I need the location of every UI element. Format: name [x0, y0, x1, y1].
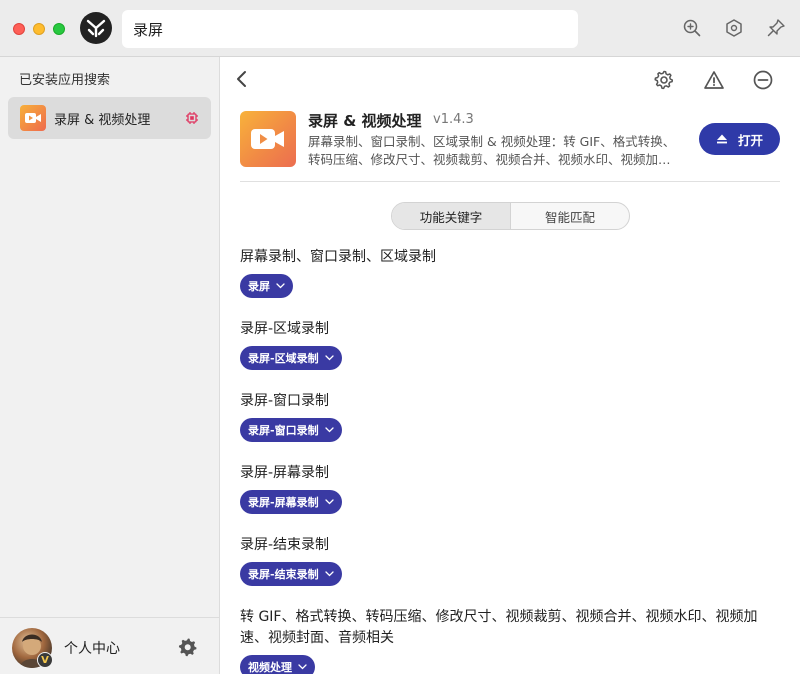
chevron-down-icon [324, 499, 334, 505]
minimize-window-button[interactable] [33, 23, 45, 35]
keyword-title: 录屏-屏幕录制 [240, 465, 330, 481]
plugin-logo-icon [240, 111, 296, 167]
plugin-name: 录屏 & 视频处理 [308, 112, 422, 130]
keyword-chip[interactable]: 录屏 [240, 274, 293, 298]
keyword-chip[interactable]: 视频处理 [240, 655, 315, 674]
back-arrow-icon[interactable] [234, 69, 250, 93]
app-logo-icon[interactable] [80, 12, 112, 44]
keyword-title: 录屏-区域录制 [240, 321, 330, 337]
keyword-chip[interactable]: 录屏-屏幕录制 [240, 490, 342, 514]
chevron-down-icon [324, 355, 334, 361]
chevron-down-icon [324, 571, 334, 577]
divider [240, 181, 780, 182]
sidebar: 已安装应用搜索 录屏 & 视频处理 V 个人中心 [0, 57, 220, 674]
plugin-version: v1.4.3 [433, 112, 474, 127]
personal-center-label[interactable]: 个人中心 [64, 638, 120, 658]
keyword-title: 录屏-窗口录制 [240, 393, 330, 409]
keyword-chip-label: 录屏 [248, 280, 270, 293]
keyword-chip[interactable]: 录屏-窗口录制 [240, 418, 342, 442]
keyword-chip-label: 视频处理 [248, 661, 292, 674]
sidebar-title: 已安装应用搜索 [19, 73, 111, 88]
open-button[interactable]: 打开 [699, 123, 780, 155]
sidebar-footer: V 个人中心 [0, 617, 220, 674]
keyword-list: 屏幕录制、窗口录制、区域录制 录屏 录屏-区域录制 录屏-区域录制 录屏-窗口录… [240, 247, 770, 674]
search-input[interactable] [122, 10, 578, 48]
keyword-title: 转 GIF、格式转换、转码压缩、修改尺寸、视频裁剪、视频合并、视频水印、视频加速… [240, 609, 758, 646]
keyword-chip[interactable]: 录屏-结束录制 [240, 562, 342, 586]
close-window-button[interactable] [13, 23, 25, 35]
keyword-group: 录屏-屏幕录制 录屏-屏幕录制 [240, 463, 770, 514]
keyword-group: 录屏-窗口录制 录屏-窗口录制 [240, 391, 770, 442]
vip-badge: V [37, 652, 53, 668]
keyword-chip-label: 录屏-屏幕录制 [248, 496, 319, 509]
chip-icon [185, 110, 199, 129]
eject-icon [716, 134, 727, 144]
screen-record-app-icon [20, 105, 46, 131]
chevron-down-icon [324, 427, 334, 433]
tab-function-keywords[interactable]: 功能关键字 [392, 203, 511, 229]
mode-tabs: 功能关键字 智能匹配 [391, 202, 630, 230]
keyword-group: 转 GIF、格式转换、转码压缩、修改尺寸、视频裁剪、视频合并、视频水印、视频加速… [240, 607, 770, 674]
plugin-detail-panel: 录屏 & 视频处理 v1.4.3 屏幕录制、窗口录制、区域录制 & 视频处理：转… [220, 57, 800, 674]
sidebar-item-label: 录屏 & 视频处理 [54, 112, 151, 128]
keyword-group: 录屏-区域录制 录屏-区域录制 [240, 319, 770, 370]
keyword-chip[interactable]: 录屏-区域录制 [240, 346, 342, 370]
open-button-label: 打开 [737, 132, 763, 148]
plugin-description: 屏幕录制、窗口录制、区域录制 & 视频处理：转 GIF、格式转换、转码压缩、修改… [308, 134, 676, 167]
keyword-title: 录屏-结束录制 [240, 537, 330, 553]
pin-icon[interactable] [764, 16, 788, 40]
settings-gear-icon[interactable] [178, 637, 198, 661]
settings-gear-icon[interactable] [653, 69, 675, 91]
hexagon-icon[interactable] [722, 16, 746, 40]
sidebar-item-screen-record[interactable]: 录屏 & 视频处理 [8, 97, 211, 139]
keyword-group: 屏幕录制、窗口录制、区域录制 录屏 [240, 247, 770, 298]
zoom-in-icon[interactable] [680, 16, 704, 40]
keyword-group: 录屏-结束录制 录屏-结束录制 [240, 535, 770, 586]
chevron-down-icon [298, 664, 307, 670]
keyword-chip-label: 录屏-区域录制 [248, 352, 319, 365]
keyword-chip-label: 录屏-窗口录制 [248, 424, 319, 437]
zoom-window-button[interactable] [53, 23, 65, 35]
tab-smart-match[interactable]: 智能匹配 [511, 203, 629, 229]
warning-icon[interactable] [703, 69, 725, 91]
uninstall-minus-icon[interactable] [752, 69, 774, 91]
title-bar [0, 0, 800, 57]
chevron-down-icon [276, 283, 285, 289]
keyword-chip-label: 录屏-结束录制 [248, 568, 319, 581]
keyword-title: 屏幕录制、窗口录制、区域录制 [240, 249, 436, 265]
